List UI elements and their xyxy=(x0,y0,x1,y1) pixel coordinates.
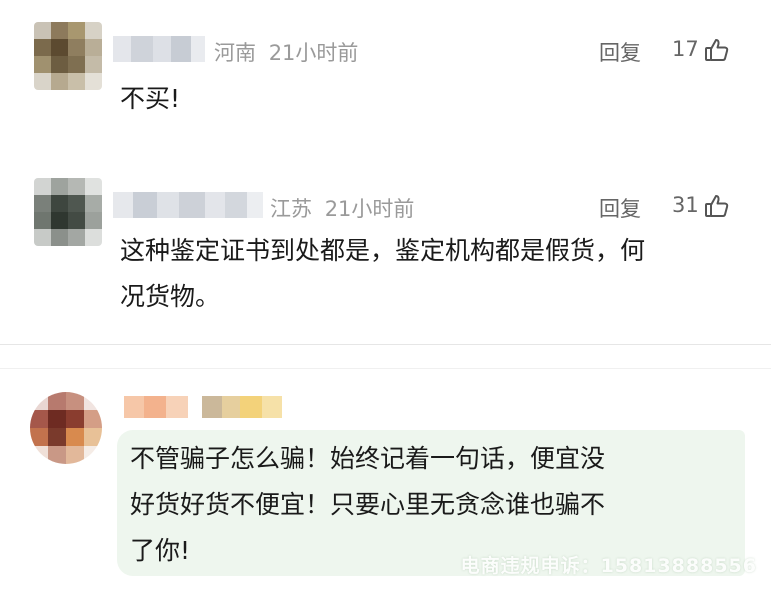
avatar[interactable] xyxy=(34,178,102,246)
username-blurred[interactable] xyxy=(113,192,263,218)
comment-meta: 河南 21小时前 xyxy=(214,37,358,67)
divider xyxy=(0,368,771,369)
divider xyxy=(0,344,771,345)
comment-text-line: 了你! xyxy=(130,536,191,565)
location: 河南 xyxy=(214,41,256,65)
comment-text-line: 不管骗子怎么骗！始终记着一句话，便宜没 xyxy=(130,444,606,473)
username-blurred[interactable] xyxy=(113,36,205,62)
watermark: 电商违规申诉：15813888556 xyxy=(460,555,757,577)
comment-text-line: 好货好货不便宜！只要心里无贪念谁也骗不 xyxy=(130,490,606,519)
like-count: 17 xyxy=(672,37,699,61)
comment-text-line: 这种鉴定证书到处都是，鉴定机构都是假货，何 xyxy=(120,236,646,265)
reply-button[interactable]: 回复 xyxy=(599,193,641,223)
timestamp: 21小时前 xyxy=(268,41,359,65)
location: 江苏 xyxy=(270,197,312,221)
reply-button[interactable]: 回复 xyxy=(599,37,641,67)
thumbs-up-icon[interactable] xyxy=(704,37,730,63)
timestamp: 21小时前 xyxy=(324,197,415,221)
comment-text: 不买! xyxy=(120,84,181,113)
avatar[interactable] xyxy=(30,392,102,464)
avatar[interactable] xyxy=(34,22,102,90)
thumbs-up-icon[interactable] xyxy=(704,193,730,219)
username-blurred[interactable] xyxy=(124,396,302,418)
comment-meta: 江苏 21小时前 xyxy=(270,193,414,223)
comment-1: 河南 21小时前 回复 17 不买! xyxy=(0,0,771,170)
comment-2: 江苏 21小时前 回复 31 这种鉴定证书到处都是，鉴定机构都是假货，何 况货物… xyxy=(0,170,771,340)
comment-text-line: 况货物。 xyxy=(120,282,221,311)
like-count: 31 xyxy=(672,193,699,217)
